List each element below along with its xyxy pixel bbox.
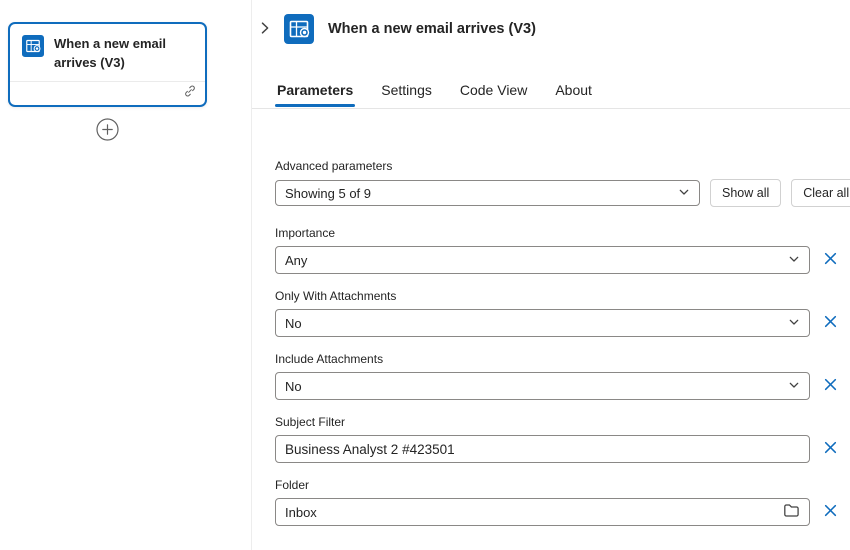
tab-about[interactable]: About [553,78,594,108]
field-folder: Folder Inbox [275,478,850,526]
tab-parameters[interactable]: Parameters [275,78,355,108]
folder-row: Inbox [275,498,850,526]
field-importance: Importance Any [275,226,850,274]
importance-label: Importance [275,226,850,240]
only-with-attachments-dropdown[interactable]: No [275,309,810,337]
clear-include-attachments-button[interactable] [819,375,841,397]
include-attachments-label: Include Attachments [275,352,850,366]
only-with-attachments-row: No [275,309,850,337]
clear-icon [823,314,838,332]
clear-all-button[interactable]: Clear all [791,179,850,207]
clear-icon [823,251,838,269]
folder-icon [783,502,800,522]
trigger-card[interactable]: When a new email arrives (V3) [8,22,207,107]
trigger-details-panel: When a new email arrives (V3) Parameters… [251,0,850,550]
flow-designer: When a new email arrives (V3) [0,0,850,550]
advanced-parameters-value: Showing 5 of 9 [285,186,371,201]
folder-input[interactable]: Inbox [275,498,810,526]
chevron-down-icon [678,186,690,201]
importance-row: Any [275,246,850,274]
advanced-parameters-row: Showing 5 of 9 Show all Clear all [275,179,850,207]
panel-title: When a new email arrives (V3) [328,21,536,37]
link-icon [183,84,197,103]
chevron-down-icon [788,379,800,394]
field-subject-filter: Subject Filter [275,415,850,463]
include-attachments-dropdown[interactable]: No [275,372,810,400]
folder-picker-button[interactable] [783,502,800,522]
collapse-panel-button[interactable] [254,18,276,40]
clear-icon [823,440,838,458]
tab-bar: Parameters Settings Code View About [275,78,850,108]
importance-dropdown[interactable]: Any [275,246,810,274]
show-all-button[interactable]: Show all [710,179,781,207]
importance-value: Any [285,253,307,268]
trigger-card-footer [10,81,205,105]
include-attachments-row: No [275,372,850,400]
clear-icon [823,377,838,395]
field-only-with-attachments: Only With Attachments No [275,289,850,337]
subject-filter-input[interactable] [275,435,810,463]
chevron-down-icon [788,253,800,268]
tabs-divider [252,108,850,109]
only-with-attachments-value: No [285,316,302,331]
tab-settings[interactable]: Settings [379,78,434,108]
plus-icon [96,129,119,144]
add-node-button[interactable] [96,118,119,141]
parameters-content: Advanced parameters Showing 5 of 9 Show … [252,159,850,526]
chevron-right-icon [257,24,273,39]
only-with-attachments-label: Only With Attachments [275,289,850,303]
clear-only-with-attachments-button[interactable] [819,312,841,334]
flow-canvas: When a new email arrives (V3) [0,0,251,550]
advanced-parameters-dropdown[interactable]: Showing 5 of 9 [275,180,700,206]
subject-filter-row [275,435,850,463]
chevron-down-icon [788,316,800,331]
include-attachments-value: No [285,379,302,394]
panel-header: When a new email arrives (V3) [252,0,850,44]
clear-icon [823,503,838,521]
outlook-icon [22,35,44,57]
clear-subject-filter-button[interactable] [819,438,841,460]
trigger-card-title: When a new email arrives (V3) [54,35,193,73]
advanced-parameters-label: Advanced parameters [275,159,850,173]
folder-label: Folder [275,478,850,492]
clear-importance-button[interactable] [819,249,841,271]
field-include-attachments: Include Attachments No [275,352,850,400]
trigger-card-main: When a new email arrives (V3) [10,24,205,81]
subject-filter-label: Subject Filter [275,415,850,429]
tab-code-view[interactable]: Code View [458,78,529,108]
folder-value: Inbox [285,505,317,520]
clear-folder-button[interactable] [819,501,841,523]
outlook-icon [284,14,314,44]
